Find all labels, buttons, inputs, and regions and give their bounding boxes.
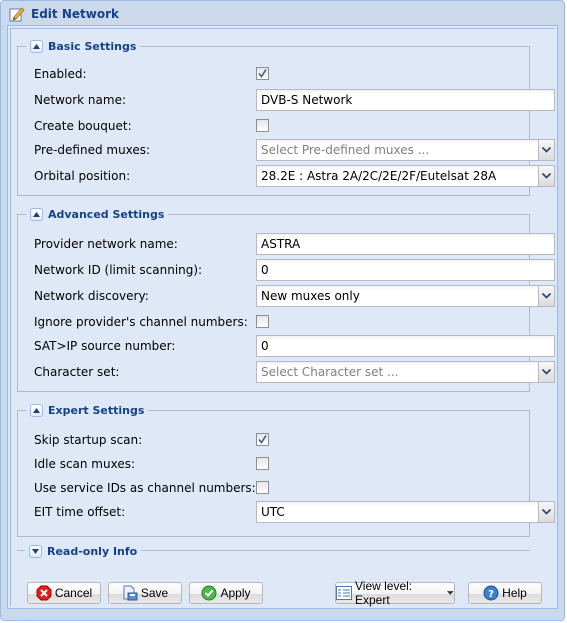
- service-ids-as-numbers-label: Use service IDs as channel numbers:: [34, 481, 256, 495]
- ignore-provider-numbers-label: Ignore provider's channel numbers:: [34, 315, 248, 329]
- field-character-set: Character set: Select Character set ...: [34, 361, 555, 383]
- create-bouquet-label: Create bouquet:: [34, 119, 132, 133]
- readonly-info-title: Read-only Info: [47, 544, 138, 558]
- checkmark-icon: [258, 435, 267, 444]
- service-ids-as-numbers-checkbox[interactable]: [256, 481, 269, 494]
- predefined-muxes-label: Pre-defined muxes:: [34, 143, 151, 157]
- basic-settings-fieldset: Basic Settings Enabled: Network name: DV…: [17, 38, 555, 196]
- chevron-down-icon: [542, 369, 551, 375]
- eit-time-offset-combo[interactable]: UTC: [256, 501, 555, 523]
- cancel-label: Cancel: [54, 586, 93, 600]
- edit-pencil-icon: [9, 6, 25, 22]
- character-set-combo[interactable]: Select Character set ...: [256, 361, 555, 383]
- apply-label: Apply: [220, 586, 251, 600]
- predefined-muxes-input[interactable]: Select Pre-defined muxes ...: [256, 139, 538, 161]
- apply-button[interactable]: Apply: [189, 582, 263, 604]
- network-discovery-combo[interactable]: New muxes only: [256, 285, 555, 307]
- save-icon: [122, 585, 138, 601]
- network-discovery-dropdown-button[interactable]: [538, 285, 555, 307]
- help-icon: ?: [483, 585, 499, 601]
- view-list-icon: [336, 586, 352, 600]
- skip-startup-scan-label: Skip startup scan:: [34, 433, 143, 447]
- field-orbital-position: Orbital position: 28.2E : Astra 2A/2C/2E…: [34, 165, 555, 187]
- apply-check-icon: [201, 585, 217, 601]
- advanced-settings-fieldset: Advanced Settings Provider network name:…: [17, 206, 555, 392]
- ignore-provider-numbers-checkbox[interactable]: [256, 315, 269, 328]
- edit-network-window: Edit Network Basic Settings Enabled: Net…: [0, 0, 565, 621]
- view-level-button[interactable]: View level: Expert: [335, 579, 455, 607]
- network-id-label: Network ID (limit scanning):: [34, 263, 203, 277]
- character-set-label: Character set:: [34, 365, 120, 379]
- chevron-up-icon: [33, 43, 40, 49]
- basic-settings-legend: Basic Settings: [26, 38, 141, 54]
- character-set-dropdown-button[interactable]: [538, 361, 555, 383]
- expert-settings-fieldset: Expert Settings Skip startup scan: Idle …: [17, 402, 555, 537]
- network-name-label: Network name:: [34, 93, 126, 107]
- create-bouquet-checkbox[interactable]: [256, 119, 269, 132]
- satip-source-input[interactable]: 0: [256, 335, 555, 357]
- idle-scan-muxes-label: Idle scan muxes:: [34, 457, 136, 471]
- chevron-up-icon: [33, 407, 40, 413]
- character-set-input[interactable]: Select Character set ...: [256, 361, 538, 383]
- chevron-down-icon: [32, 548, 39, 554]
- expert-settings-title: Expert Settings: [48, 403, 145, 417]
- help-label: Help: [502, 586, 527, 600]
- network-discovery-label: Network discovery:: [34, 289, 149, 303]
- save-button[interactable]: Save: [108, 582, 182, 604]
- network-id-input[interactable]: 0: [256, 259, 555, 281]
- enabled-checkbox[interactable]: [256, 67, 269, 80]
- collapse-expert-button[interactable]: [30, 403, 43, 417]
- orbital-position-label: Orbital position:: [34, 169, 131, 183]
- save-label: Save: [140, 586, 169, 600]
- chevron-up-icon: [33, 211, 40, 217]
- caret-down-icon: [447, 591, 454, 595]
- cancel-icon: [36, 585, 52, 601]
- svg-text:?: ?: [488, 589, 494, 600]
- predefined-muxes-combo[interactable]: Select Pre-defined muxes ...: [256, 139, 555, 161]
- orbital-position-dropdown-button[interactable]: [538, 165, 555, 187]
- idle-scan-muxes-checkbox[interactable]: [256, 457, 269, 470]
- chevron-down-icon: [542, 509, 551, 515]
- readonly-info-legend: Read-only Info: [25, 543, 142, 559]
- view-level-label: View level: Expert: [355, 579, 413, 607]
- eit-time-offset-input[interactable]: UTC: [256, 501, 538, 523]
- satip-source-label: SAT>IP source number:: [34, 339, 176, 353]
- checkmark-icon: [258, 69, 267, 78]
- eit-time-offset-label: EIT time offset:: [34, 505, 126, 519]
- basic-settings-title: Basic Settings: [48, 39, 137, 53]
- field-network-discovery: Network discovery: New muxes only: [34, 285, 555, 307]
- chevron-down-icon: [542, 293, 551, 299]
- enabled-label: Enabled:: [34, 67, 87, 81]
- collapse-advanced-button[interactable]: [30, 207, 43, 221]
- network-discovery-input[interactable]: New muxes only: [256, 285, 538, 307]
- advanced-settings-legend: Advanced Settings: [26, 206, 169, 222]
- advanced-settings-title: Advanced Settings: [48, 207, 165, 221]
- network-name-input[interactable]: DVB-S Network: [256, 89, 555, 111]
- expert-settings-legend: Expert Settings: [26, 402, 149, 418]
- field-eit-time-offset: EIT time offset: UTC: [34, 501, 555, 523]
- orbital-position-input[interactable]: 28.2E : Astra 2A/2C/2E/2F/Eutelsat 28A: [256, 165, 538, 187]
- expand-readonly-button[interactable]: [29, 544, 42, 558]
- collapse-basic-button[interactable]: [30, 39, 43, 53]
- help-button[interactable]: ? Help: [468, 582, 542, 604]
- window-title: Edit Network: [31, 7, 119, 21]
- skip-startup-scan-checkbox[interactable]: [256, 433, 269, 446]
- orbital-position-combo[interactable]: 28.2E : Astra 2A/2C/2E/2F/Eutelsat 28A: [256, 165, 555, 187]
- predefined-muxes-dropdown-button[interactable]: [538, 139, 555, 161]
- cancel-button[interactable]: Cancel: [27, 582, 101, 604]
- chevron-down-icon: [542, 173, 551, 179]
- provider-network-name-label: Provider network name:: [34, 237, 178, 251]
- eit-time-offset-dropdown-button[interactable]: [538, 501, 555, 523]
- field-predefined-muxes: Pre-defined muxes: Select Pre-defined mu…: [34, 139, 555, 161]
- chevron-down-icon: [542, 147, 551, 153]
- provider-network-name-input[interactable]: ASTRA: [256, 233, 555, 255]
